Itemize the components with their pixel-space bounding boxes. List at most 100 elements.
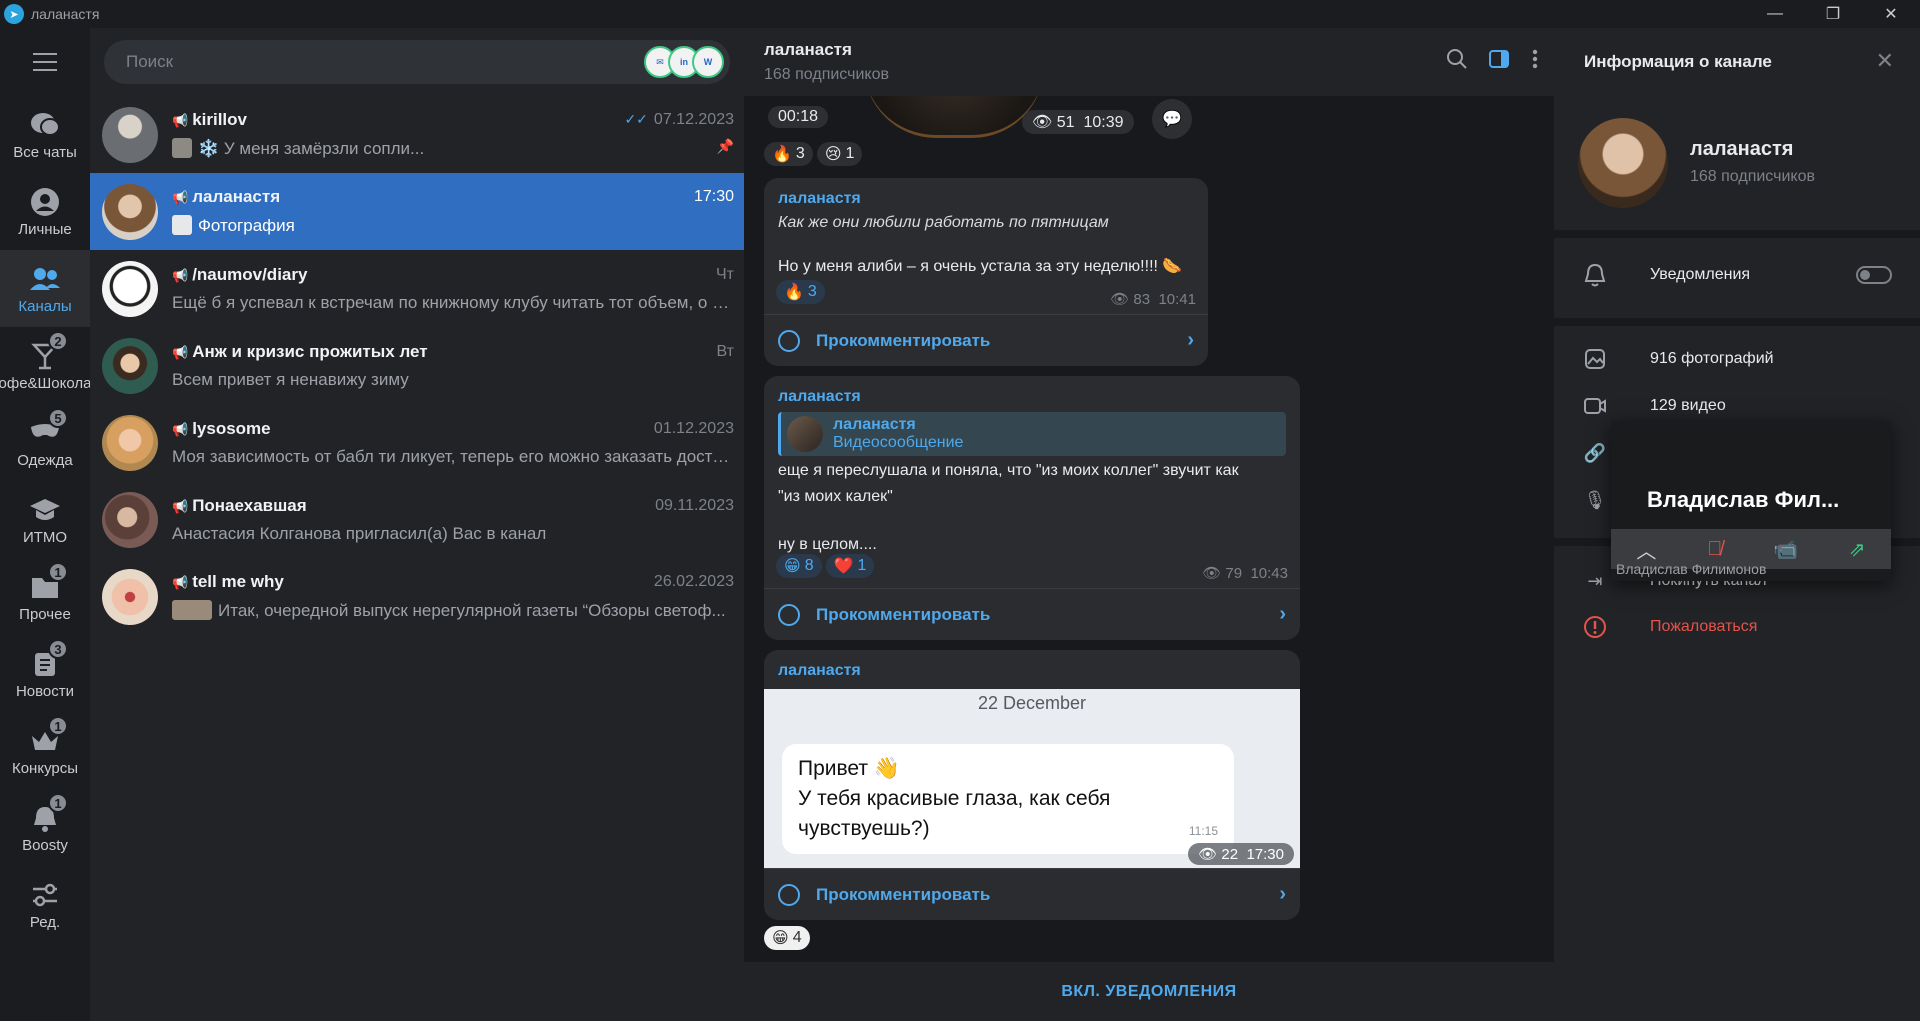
avatar xyxy=(102,337,158,394)
hamburger-menu-button[interactable] xyxy=(0,28,90,96)
folder-coffee[interactable]: 2 Кофе&Шоколад xyxy=(0,327,100,404)
chat-item-lalanastya[interactable]: 📢 лаланастя 17:30 Фотография xyxy=(90,173,744,250)
reaction-grin[interactable]: 😁 4 xyxy=(764,926,810,950)
maximize-button[interactable]: ❐ xyxy=(1804,0,1862,28)
chat-subtitle: 168 подписчиков xyxy=(764,66,889,83)
channels-icon xyxy=(28,262,62,296)
read-checks-icon: ✓✓ xyxy=(624,111,648,127)
megaphone-icon: 📢 xyxy=(172,344,189,360)
folder-news[interactable]: 3 Новости xyxy=(0,635,90,712)
avatar xyxy=(102,568,158,625)
close-window-button[interactable]: ✕ xyxy=(1862,0,1920,28)
folder-badge: 5 xyxy=(48,408,68,428)
video-meta: 👁 51 10:39 xyxy=(1022,110,1134,134)
notifications-toggle[interactable] xyxy=(1856,266,1892,284)
folder-badge: 2 xyxy=(48,331,68,351)
camera-off-icon[interactable]: 📹 xyxy=(1773,537,1798,562)
story-avatar[interactable]: W xyxy=(692,46,724,78)
folder-channels[interactable]: Каналы xyxy=(0,250,90,327)
folder-edit[interactable]: Ред. xyxy=(0,866,90,943)
more-vertical-icon[interactable] xyxy=(1530,48,1540,76)
mic-off-icon[interactable]: 🎙̸ xyxy=(1707,538,1722,561)
media-thumbnail xyxy=(172,138,192,158)
post-meta: 👁 83 10:41 xyxy=(1110,291,1196,308)
folder-badge: 1 xyxy=(48,562,68,582)
post-text: Как же они любили работать по пятницам xyxy=(778,214,1109,231)
comments-button[interactable]: 💬 xyxy=(1152,99,1192,139)
reaction-heart[interactable]: ❤️ 1 xyxy=(825,554,875,578)
folder-clothes[interactable]: 5 Одежда xyxy=(0,404,90,481)
comment-button[interactable]: Прокомментировать › xyxy=(764,868,1300,920)
comment-button[interactable]: Прокомментировать › xyxy=(764,588,1300,640)
photos-row[interactable]: 916 фотографий xyxy=(1554,336,1920,382)
folder-other[interactable]: 1 Прочее xyxy=(0,558,90,635)
channel-post[interactable]: лаланастя 22 December Привет 👋 У тебя кр… xyxy=(764,650,1300,920)
photo-chat-card: Привет 👋 У тебя красивые глаза, как себя… xyxy=(782,744,1234,854)
search-placeholder: Поиск xyxy=(126,52,174,71)
megaphone-icon: 📢 xyxy=(172,575,189,590)
enable-notifications-button[interactable]: ВКЛ. УВЕДОМЛЕНИЯ xyxy=(744,962,1554,1021)
chats-icon xyxy=(28,108,62,142)
folder-boosty[interactable]: 1 Boosty xyxy=(0,789,90,866)
avatar[interactable] xyxy=(1578,118,1668,208)
folder-all-chats[interactable]: Все чаты xyxy=(0,96,90,173)
post-photo[interactable]: 22 December Привет 👋 У тебя красивые гла… xyxy=(764,689,1300,869)
chat-view: лаланастя 168 подписчиков 00:18 👁 51 10:… xyxy=(744,28,1554,1021)
video-icon xyxy=(1582,393,1608,419)
warning-icon xyxy=(1582,614,1608,640)
post-author: лаланастя xyxy=(778,190,861,207)
chat-header[interactable]: лаланастя 168 подписчиков xyxy=(744,28,1554,96)
folder-contests[interactable]: 1 Конкурсы xyxy=(0,712,90,789)
post-author: лаланастя xyxy=(778,662,861,679)
post-meta: 👁 79 10:43 xyxy=(1202,565,1288,582)
chat-item-tell-me-why[interactable]: 📢 tell me why 26.02.2023 Итак, очередной в… xyxy=(90,558,744,635)
close-icon[interactable]: ✕ xyxy=(1876,48,1894,74)
forwarded-quote[interactable]: лаланастя Видеосообщение xyxy=(778,412,1286,456)
chevron-right-icon: › xyxy=(1187,329,1194,351)
avatar xyxy=(787,416,823,452)
folder-itmo[interactable]: ИТМО xyxy=(0,481,90,558)
folders-sidebar: Все чаты Личные Каналы 2 Кофе&Шоколад 5 … xyxy=(0,28,100,1021)
reaction-grin[interactable]: 😁 8 xyxy=(776,554,822,578)
chat-item-lysosome[interactable]: 📢 lysosome 01.12.2023 Моя зависимость от б… xyxy=(90,404,744,481)
search-input[interactable]: Поиск ✉ in W xyxy=(104,40,730,84)
post-text: ну в целом.... xyxy=(778,536,877,553)
sidebar-toggle-icon[interactable] xyxy=(1488,48,1510,76)
chat-item-kirillov[interactable]: 📢 kirillov ✓✓ 07.12.2023 ❄️ У меня замёрзли… xyxy=(90,96,744,173)
reaction-sad[interactable]: 😢 1 xyxy=(816,142,863,166)
reaction-fire[interactable]: 🔥 3 xyxy=(776,280,825,304)
post-text: еще я переслушала и поняла, что "из моих… xyxy=(778,462,1239,479)
pin-icon: 📌 xyxy=(716,138,734,154)
folder-personal[interactable]: Личные xyxy=(0,173,90,250)
person-icon xyxy=(28,185,62,219)
chevron-up-icon[interactable]: ︿ xyxy=(1636,535,1656,564)
call-popup[interactable]: Владислав Фил... ︿ 🎙̸ 📹 ⇗ Владислав Фили… xyxy=(1611,421,1891,581)
search-icon[interactable] xyxy=(1446,48,1468,76)
megaphone-icon: 📢 xyxy=(172,421,189,437)
chat-item-naumov-diary[interactable]: 📢/naumov/diary Чт Ещё б я успевал к встре… xyxy=(90,250,744,327)
report-row[interactable]: Пожаловаться xyxy=(1554,604,1920,650)
comment-icon xyxy=(778,329,800,352)
minimize-button[interactable]: — xyxy=(1746,0,1804,28)
chat-item-anzh[interactable]: 📢 Анж и кризис прожитых лет Вт Всем привет… xyxy=(90,327,744,404)
post-text: Но у меня алиби – я очень устала за эту … xyxy=(778,258,1183,275)
channel-name: лаланастя xyxy=(1690,138,1794,160)
chevron-right-icon: › xyxy=(1279,883,1286,905)
chat-list: Поиск ✉ in W 📢 kirillov ✓✓ 07.12.2023 ❄️ У … xyxy=(90,28,744,1021)
post-meta: 👁 22 17:30 xyxy=(1188,843,1294,865)
media-thumbnail xyxy=(172,600,212,620)
menu-icon xyxy=(33,61,57,63)
stories-row[interactable]: ✉ in W xyxy=(644,46,724,78)
comment-button[interactable]: Прокомментировать › xyxy=(764,314,1208,366)
notifications-row[interactable]: Уведомления xyxy=(1554,252,1920,298)
reaction-fire[interactable]: 🔥 3 xyxy=(764,142,813,166)
avatar xyxy=(102,260,158,317)
chat-item-ponaehavshaya[interactable]: 📢 Понаехавшая 09.11.2023 Анастасия Колгано… xyxy=(90,481,744,558)
screen-share-icon[interactable]: ⇗ xyxy=(1849,537,1866,562)
comment-icon xyxy=(778,883,800,906)
channel-post[interactable]: лаланастя лаланастя Видеосообщение еще я… xyxy=(764,376,1300,640)
photo-date: 22 December xyxy=(977,693,1087,713)
caller-name: Владислав Фил... xyxy=(1647,487,1840,512)
divider xyxy=(1554,230,1920,238)
channel-post[interactable]: лаланастя Как же они любили работать по … xyxy=(764,178,1208,366)
